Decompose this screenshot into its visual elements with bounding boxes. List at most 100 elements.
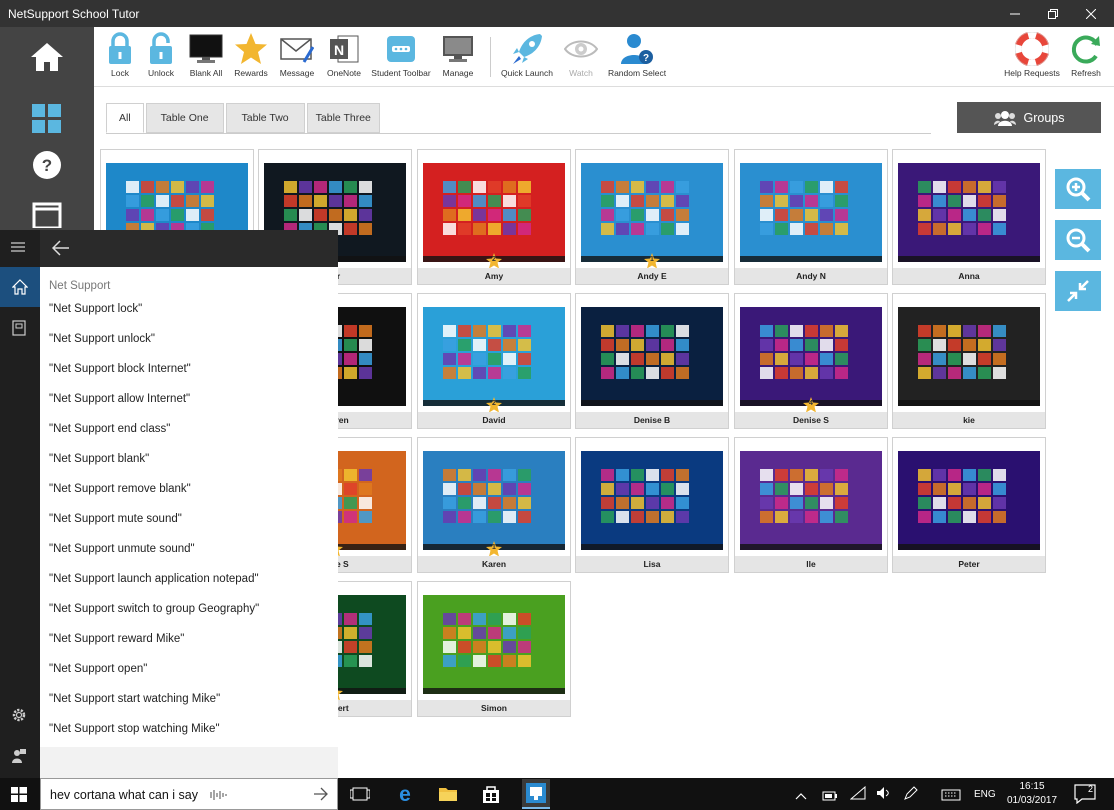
cortana-command-suggestion[interactable]: "Net Support block Internet" [49,363,191,375]
student-toolbar-button[interactable]: Student Toolbar [370,31,432,87]
onenote-button[interactable]: N OneNote [324,31,364,87]
cortana-command-suggestion[interactable]: "Net Support mute sound" [49,513,182,525]
zoom-in-button[interactable] [1055,169,1101,209]
message-button[interactable]: Message [278,31,316,87]
network-indicator[interactable] [849,785,866,805]
store-taskbar-button[interactable] [481,784,501,809]
tab-table-three[interactable]: Table Three [306,103,380,133]
show-hidden-icons-button[interactable] [795,788,807,806]
start-tile [488,223,501,235]
student-thumbnail[interactable]: kie [892,293,1046,429]
help-requests-button[interactable]: Help Requests [1004,31,1060,87]
quick-launch-button[interactable]: Quick Launch [499,31,555,87]
student-thumbnail[interactable]: 1 Andy E [575,149,729,285]
groups-button[interactable]: Groups [957,102,1101,133]
student-thumbnail[interactable]: 2 David [417,293,571,429]
home-rail-button[interactable] [22,35,72,79]
student-thumbnail[interactable]: 2 Amy [417,149,571,285]
rewards-button[interactable]: Rewards [232,31,270,87]
language-indicator[interactable]: ENG [974,778,996,810]
refresh-button[interactable]: Refresh [1068,31,1104,87]
student-thumbnail[interactable]: Simon [417,581,571,717]
start-tile [443,627,456,639]
cortana-command-suggestion[interactable]: "Net Support reward Mike" [49,633,184,645]
cortana-command-suggestion[interactable]: "Net Support unmute sound" [49,543,195,555]
start-tile [918,339,931,351]
cortana-command-suggestion[interactable]: "Net Support stop watching Mike" [49,723,220,735]
tab-all[interactable]: All [106,103,144,133]
zoom-out-button[interactable] [1055,220,1101,260]
fit-screen-button[interactable] [1055,271,1101,311]
start-tile [616,325,629,337]
cortana-search-box[interactable]: hev cortana what can i say [40,778,338,810]
clock[interactable]: 16:15 01/03/2017 [1004,780,1060,808]
start-button[interactable] [11,787,27,807]
file-explorer-taskbar-button[interactable] [438,785,458,808]
start-tile [518,511,531,523]
notebook-button[interactable] [11,320,27,341]
student-thumbnail[interactable]: Denise B [575,293,729,429]
tab-table-two[interactable]: Table Two [225,103,305,133]
battery-indicator[interactable] [822,788,838,806]
edge-icon: e [399,783,411,806]
close-button[interactable] [1068,0,1114,27]
student-name: Peter [893,556,1045,572]
manage-button[interactable]: Manage [439,31,477,87]
netsupport-taskbar-button[interactable] [522,779,550,809]
start-tile [616,367,629,379]
student-thumbnail[interactable]: 4 Denise S [734,293,888,429]
tab-table-one[interactable]: Table One [145,103,224,133]
volume-indicator[interactable] [876,786,892,805]
collapse-arrows-icon [1067,280,1089,302]
start-tile [473,195,486,207]
folder-icon [439,788,457,801]
cortana-command-suggestion[interactable]: "Net Support lock" [49,303,142,315]
cortana-command-suggestion[interactable]: "Net Support start watching Mike" [49,693,220,705]
start-tile [948,339,961,351]
watch-button[interactable]: Watch [564,31,598,87]
pen-workspace-button[interactable] [904,786,918,805]
start-tile [978,367,991,379]
student-thumbnail[interactable]: Lisa [575,437,729,573]
start-tile [359,511,372,523]
cortana-command-suggestion[interactable]: "Net Support remove blank" [49,483,191,495]
start-tile [359,641,372,653]
settings-button[interactable] [11,707,27,728]
student-screen-preview [581,163,723,262]
student-thumbnail[interactable]: Anna [892,149,1046,285]
student-thumbnail[interactable]: Peter [892,437,1046,573]
start-tile [918,325,931,337]
start-tile [443,209,456,221]
task-view-button[interactable] [349,787,371,806]
cortana-command-suggestion[interactable]: "Net Support open" [49,663,147,675]
back-button[interactable] [51,240,70,261]
feedback-button[interactable] [11,748,27,769]
touch-keyboard-button[interactable] [941,788,961,806]
student-name: Denise B [576,412,728,428]
cortana-command-suggestion[interactable]: "Net Support unlock" [49,333,155,345]
cortana-command-suggestion[interactable]: "Net Support allow Internet" [49,393,190,405]
cortana-command-suggestion[interactable]: "Net Support end class" [49,423,170,435]
start-tile [835,339,848,351]
window-rail-button[interactable] [22,191,72,235]
cortana-command-suggestion[interactable]: "Net Support switch to group Geography" [49,603,259,615]
lock-button[interactable]: Lock [106,31,134,87]
cortana-heading: Net Support [49,280,111,292]
random-select-button[interactable]: ? Random Select [606,31,668,87]
student-thumbnail[interactable]: lle [734,437,888,573]
unlock-button[interactable]: Unlock [144,31,178,87]
edge-taskbar-button[interactable]: e [395,783,415,809]
start-tile [661,325,674,337]
student-thumbnail[interactable]: 1 Karen [417,437,571,573]
cortana-command-suggestion[interactable]: "Net Support blank" [49,453,149,465]
cortana-command-suggestion[interactable]: "Net Support launch application notepad" [49,573,259,585]
start-tile [676,353,689,365]
hamburger-menu-button[interactable] [10,240,26,258]
start-tile [790,195,803,207]
submit-query-button[interactable] [313,787,329,806]
student-thumbnail[interactable]: Andy N [734,149,888,285]
help-rail-button[interactable]: ? [22,143,72,187]
blank-all-button[interactable]: Blank All [186,31,226,87]
cortana-home-button[interactable] [0,267,40,307]
grid-view-rail-button[interactable] [22,97,72,141]
